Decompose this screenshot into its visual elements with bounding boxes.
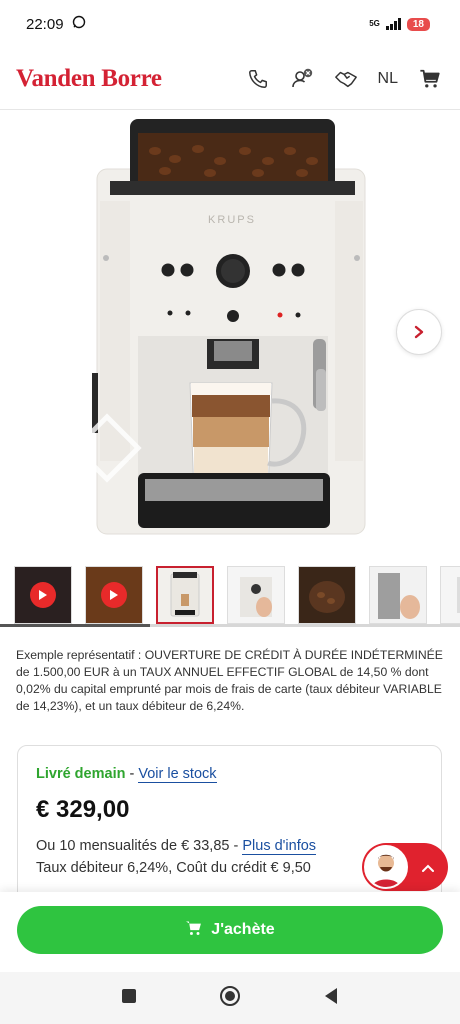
phone-icon[interactable] (246, 67, 270, 91)
buy-button-label: J'achète (211, 921, 275, 938)
network-type: 5G (369, 19, 380, 28)
buy-button[interactable]: J'achète (17, 906, 443, 954)
home-icon[interactable] (219, 985, 241, 1012)
account-icon[interactable] (290, 67, 314, 91)
whatsapp-icon (72, 15, 86, 33)
more-info-link[interactable]: Plus d'infos (242, 838, 317, 855)
thumbnail-strip (14, 566, 460, 624)
thumbnail-video-2[interactable] (85, 566, 143, 624)
signal-icon (385, 18, 401, 30)
machine-brand-label: KRUPS (208, 214, 256, 226)
gallery-next-button[interactable] (396, 309, 442, 355)
bottom-action-bar: J'achète (0, 892, 460, 972)
status-time: 22:09 (26, 15, 64, 33)
recents-icon[interactable] (121, 988, 137, 1009)
stock-link[interactable]: Voir le stock (138, 766, 217, 783)
delivery-status: Livré demain (36, 766, 126, 782)
monthly-payment: Ou 10 mensualités de € 33,85 - (36, 838, 243, 854)
chat-widget-button[interactable] (362, 843, 448, 891)
play-icon (101, 582, 127, 608)
system-nav-bar (0, 972, 460, 1024)
thumbnail-image-2[interactable] (227, 566, 285, 624)
thumbnail-scrollbar[interactable] (0, 624, 460, 627)
site-logo[interactable]: Vanden Borre (16, 65, 162, 93)
back-icon[interactable] (323, 987, 339, 1010)
battery-indicator: 18 (406, 17, 430, 31)
avatar (364, 845, 408, 889)
thumbnail-image-4[interactable] (369, 566, 427, 624)
chevron-up-icon (422, 859, 434, 875)
coffee-machine-image: KRUPS (72, 119, 366, 535)
cart-icon[interactable] (418, 67, 442, 91)
chevron-right-icon (414, 325, 424, 339)
thumbnail-image-1[interactable] (156, 566, 214, 624)
site-header: Vanden Borre NL (0, 48, 460, 110)
play-icon (30, 582, 56, 608)
thumbnail-image-5[interactable] (440, 566, 460, 624)
product-price: € 329,00 (36, 796, 130, 823)
language-switch[interactable]: NL (378, 70, 398, 88)
thumbnail-video-1[interactable] (14, 566, 72, 624)
credit-disclaimer: Exemple représentatif : OUVERTURE DE CRÉ… (16, 648, 443, 713)
thumbnail-image-3[interactable] (298, 566, 356, 624)
separator: - (125, 766, 139, 782)
cart-icon (185, 920, 203, 941)
product-gallery[interactable]: KRUPS (0, 111, 460, 561)
handshake-icon[interactable] (334, 67, 358, 91)
status-bar: 22:09 5G 18 (0, 0, 460, 48)
